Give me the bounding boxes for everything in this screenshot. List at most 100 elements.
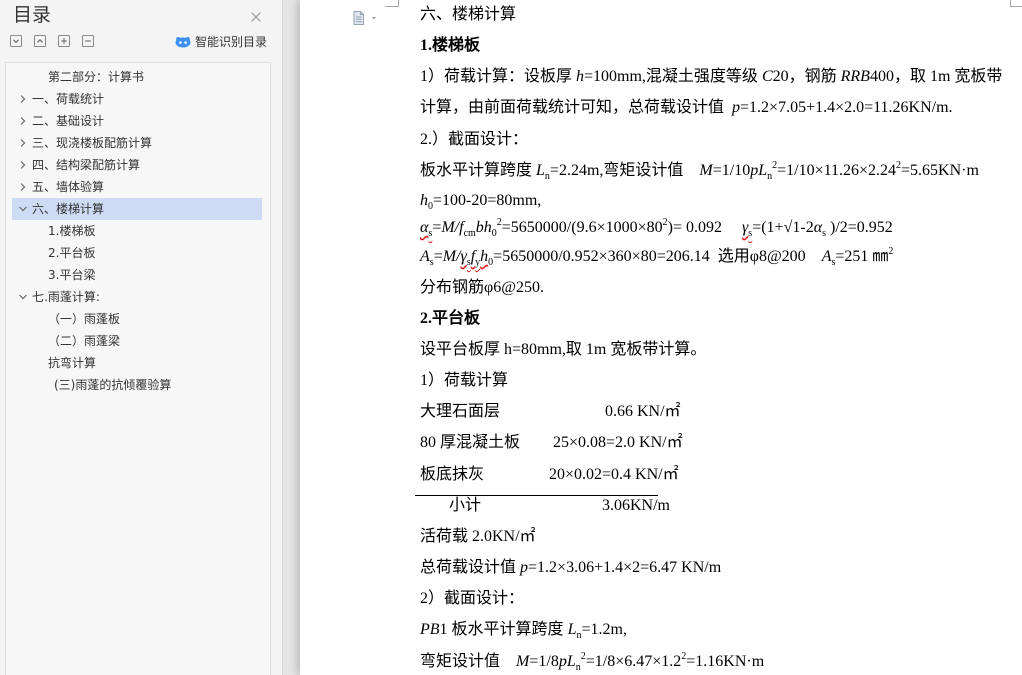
text-run: 2）截面设计： xyxy=(420,590,525,607)
load-table-total: 小计 3.06KN/m xyxy=(300,496,1022,516)
toc-tree: 第二部分：计算书 一、荷载统计 二、基础设计 三、现浇楼板配筋计算 四、结构梁配… xyxy=(5,62,271,675)
toc-item-label: 四、结构梁配筋计算 xyxy=(32,158,141,172)
load-table-row: 板底抹灰 20×0.02=0.4 KN/㎡ xyxy=(300,465,1022,485)
text-run: y xyxy=(475,257,481,268)
text-run: 2 xyxy=(888,246,894,257)
toc-item-foundation-design[interactable]: 二、基础设计 xyxy=(12,110,262,132)
crop-mark xyxy=(1010,6,1022,7)
toc-item-label: 2.平台板 xyxy=(48,246,96,260)
add-heading-icon[interactable] xyxy=(58,35,70,47)
text-run: =100-20=80mm, xyxy=(433,192,542,209)
text-run: C xyxy=(761,68,773,85)
text-run: α xyxy=(813,219,823,236)
text-run: n xyxy=(575,662,581,673)
text-run: 2 xyxy=(772,160,778,171)
text-run: RRB xyxy=(840,68,870,85)
crop-mark xyxy=(385,6,399,7)
toc-item-canopy-beam[interactable]: （二）雨蓬梁 xyxy=(12,330,262,352)
chevron-right-icon[interactable] xyxy=(18,138,28,148)
text-run: s xyxy=(429,257,434,268)
formula-pb1-moment: 弯矩设计值 M=1/8pLn2=1/8×6.47×1.22=1.16KN·m xyxy=(420,651,764,674)
paragraph-section-design-2: 2）截面设计： xyxy=(420,589,524,609)
toc-item-canopy-calculation[interactable]: 七.雨蓬计算: xyxy=(12,286,262,308)
text-run: s xyxy=(428,228,433,239)
collapse-all-icon[interactable] xyxy=(34,35,46,47)
chevron-right-icon[interactable] xyxy=(18,116,28,126)
text-run: =(1+√1-2 xyxy=(752,219,814,236)
toc-item-label: 1.楼梯板 xyxy=(48,224,96,238)
document-view-icon[interactable] xyxy=(350,10,382,26)
text-run: pL xyxy=(558,653,576,670)
text-run: 2 xyxy=(896,160,902,171)
text-run: )/2=0.952 xyxy=(826,219,893,236)
toc-item-label: （一）雨蓬板 xyxy=(48,312,121,326)
toc-item-canopy-overturning-check[interactable]: (三)雨蓬的抗倾覆验算 xyxy=(12,374,262,396)
toc-item-label: 六、楼梯计算 xyxy=(32,202,105,216)
text-run: 1 板水平计算跨度 xyxy=(439,621,568,638)
toc-item-label: 第二部分：计算书 xyxy=(48,70,145,84)
toc-item-part-two[interactable]: 第二部分：计算书 xyxy=(12,66,262,88)
text-run: n xyxy=(576,630,582,641)
section-heading: 六、楼梯计算 xyxy=(420,5,516,25)
text-run: = xyxy=(433,248,443,265)
text-run: 板水平计算跨度 xyxy=(420,162,537,179)
toc-item-stair-slab[interactable]: 1.楼梯板 xyxy=(12,220,262,242)
text-run: =251 ㎜ xyxy=(835,248,889,265)
paragraph-section-design: 2.）截面设计： xyxy=(420,130,528,150)
text-run: 弯矩设计值 xyxy=(420,653,517,670)
formula-effective-depth: h0=100-20=80mm, xyxy=(420,191,541,213)
text-run: n xyxy=(767,171,773,182)
text-run: A xyxy=(420,248,430,265)
chevron-right-icon[interactable] xyxy=(18,182,28,192)
text-run: =5650000/0.952×360×80=206.14 选用φ8@200 xyxy=(493,248,822,265)
toc-item-platform-slab[interactable]: 2.平台板 xyxy=(12,242,262,264)
load-table-total-label: 小计 xyxy=(449,497,482,514)
text-run: h xyxy=(576,68,585,85)
smart-toc-button[interactable]: 智能识别目录 xyxy=(175,34,267,50)
expand-all-icon[interactable] xyxy=(10,35,22,47)
chevron-right-icon[interactable] xyxy=(18,160,28,170)
text-run: 1）荷载计算：设板厚 xyxy=(420,68,577,85)
subsection-heading-platform-slab: 2.平台板 xyxy=(420,309,480,329)
sidebar-title: 目录 xyxy=(13,4,52,26)
text-run: L xyxy=(536,162,545,179)
paragraph-load-calc: 1）荷载计算：设板厚 h=100mm,混凝土强度等级 C20，钢筋 RRB400… xyxy=(420,67,1002,87)
load-table-row: 80 厚混凝土板 25×0.08=2.0 KN/㎡ xyxy=(300,433,1022,453)
text-run: p xyxy=(732,99,741,116)
toc-sidebar: 目录 智能识别目录 第二部分：计算书 一、荷载统计 二、基础设计 三、现浇楼板配… xyxy=(0,0,283,675)
document-page[interactable]: 六、楼梯计算 1.楼梯板 1）荷载计算：设板厚 h=100mm,混凝土强度等级 … xyxy=(300,0,1022,675)
text-run: 计算，由前面荷载统计可知，总荷载设计值 xyxy=(420,99,733,116)
text-run: )= 0.092 xyxy=(667,219,742,236)
paragraph-load-calc-cont: 计算，由前面荷载统计可知，总荷载设计值 p=1.2×7.05+1.4×2.0=1… xyxy=(420,98,953,118)
toc-item-beam-reinforcement[interactable]: 四、结构梁配筋计算 xyxy=(12,154,262,176)
subsection-heading-stair-slab: 1.楼梯板 xyxy=(420,36,480,56)
text-run: =2.24m,弯矩设计值 xyxy=(549,162,700,179)
toc-item-load-statistics[interactable]: 一、荷载统计 xyxy=(12,88,262,110)
chevron-down-icon[interactable] xyxy=(18,204,28,214)
load-table-row: 大理石面层 0.66 KN/㎡ xyxy=(300,402,1022,422)
text-run: M/f xyxy=(441,219,464,236)
text-run: cm xyxy=(463,228,476,239)
toc-item-label: 抗弯计算 xyxy=(48,356,97,370)
toc-item-stair-calculation[interactable]: 六、楼梯计算 xyxy=(12,198,262,220)
toc-item-canopy-slab[interactable]: （一）雨蓬板 xyxy=(12,308,262,330)
chevron-down-icon[interactable] xyxy=(18,292,28,302)
text-run: =5.65KN·m xyxy=(901,162,979,179)
text-run: = xyxy=(432,219,442,236)
close-icon[interactable] xyxy=(250,8,262,22)
text-run: s xyxy=(748,228,753,239)
remove-heading-icon[interactable] xyxy=(82,35,94,47)
text-run: p xyxy=(520,559,529,576)
toc-item-wall-check[interactable]: 五、墙体验算 xyxy=(12,176,262,198)
toc-item-platform-beam[interactable]: 3.平台梁 xyxy=(12,264,262,286)
text-run: s xyxy=(466,257,471,268)
toc-item-label: 五、墙体验算 xyxy=(32,180,105,194)
text-run: 2 xyxy=(496,217,502,228)
load-table-label: 板底抹灰 xyxy=(420,466,485,483)
toc-item-cast-slab-reinforcement[interactable]: 三、现浇楼板配筋计算 xyxy=(12,132,262,154)
text-run: γ xyxy=(460,248,467,265)
toc-item-bending-calculation[interactable]: 抗弯计算 xyxy=(12,352,262,374)
chevron-right-icon[interactable] xyxy=(18,94,28,104)
text-run: =1/10 xyxy=(712,162,751,179)
text-run: 0 xyxy=(491,228,497,239)
